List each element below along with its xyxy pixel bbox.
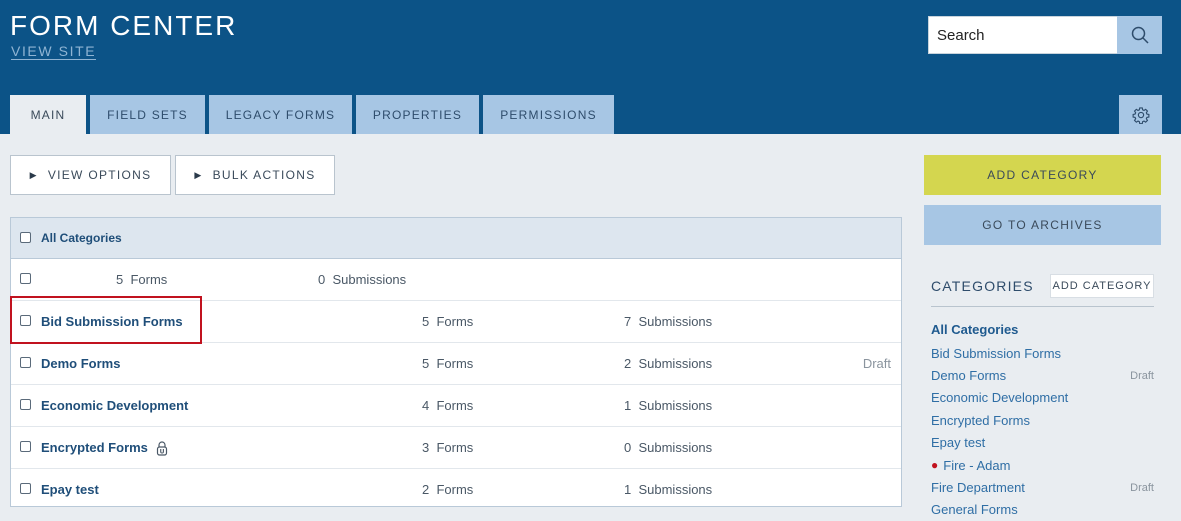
table-row: Encrypted Forms U 3 Forms 0 Submissions	[11, 427, 901, 469]
search-box	[928, 16, 1162, 54]
category-link[interactable]: Encrypted Forms U	[41, 440, 168, 456]
page-header: FORM CENTER VIEW SITE MAIN FIELD SETS LE…	[0, 0, 1181, 134]
row-checkbox[interactable]	[20, 441, 31, 452]
row-checkbox[interactable]	[20, 483, 31, 494]
search-input[interactable]	[928, 16, 1117, 54]
status-dot-icon: ●	[931, 458, 939, 473]
submissions-count: 1 Submissions	[624, 482, 713, 497]
all-categories-header: All Categories	[41, 231, 122, 245]
forms-count: 4 Forms	[422, 398, 474, 413]
tab-main[interactable]: MAIN	[10, 95, 86, 134]
categories-list: All Categories Bid Submission Forms Demo…	[931, 316, 1154, 521]
svg-text:U: U	[159, 449, 164, 456]
divider	[931, 306, 1154, 307]
tab-legacy-forms[interactable]: LEGACY FORMS	[209, 95, 352, 134]
categories-heading: CATEGORIES	[931, 278, 1034, 294]
table-row: 5 Forms 0 Submissions	[11, 259, 901, 301]
row-checkbox[interactable]	[20, 357, 31, 368]
table-row: Bid Submission Forms 5 Forms 7 Submissio…	[11, 301, 901, 343]
submissions-count: 0 Submissions	[318, 272, 407, 287]
category-link[interactable]: Bid Submission Forms	[41, 314, 183, 329]
view-site-link[interactable]: VIEW SITE	[11, 43, 97, 60]
table-row: Epay test 2 Forms 1 Submissions	[11, 469, 901, 506]
draft-badge: Draft	[1130, 369, 1154, 382]
sidebar-item-encrypted-forms[interactable]: Encrypted Forms	[931, 409, 1154, 431]
search-icon	[1131, 26, 1149, 44]
search-button[interactable]	[1117, 16, 1162, 54]
forms-count: 5 Forms	[422, 314, 474, 329]
add-category-button[interactable]: ADD CATEGORY	[924, 155, 1161, 195]
lock-icon: U	[156, 441, 168, 456]
tab-properties[interactable]: PROPERTIES	[356, 95, 479, 134]
bulk-actions-label: BULK ACTIONS	[212, 168, 316, 182]
forms-count: 3 Forms	[422, 440, 474, 455]
tab-permissions[interactable]: PERMISSIONS	[483, 95, 614, 134]
triangle-right-icon: ▶	[29, 169, 38, 180]
forms-count: 5 Forms	[422, 356, 474, 371]
category-link[interactable]: Economic Development	[41, 398, 188, 413]
gear-icon	[1132, 106, 1149, 124]
table-row: Demo Forms 5 Forms 2 Submissions Draft	[11, 343, 901, 385]
category-link[interactable]: Epay test	[41, 482, 99, 497]
status-badge: Draft	[862, 356, 891, 371]
row-checkbox[interactable]	[20, 399, 31, 410]
submissions-count: 2 Submissions	[624, 356, 713, 371]
table-header: All Categories	[11, 218, 901, 259]
sidebar-item-fire-department[interactable]: Fire Department Draft	[931, 476, 1154, 498]
view-options-label: VIEW OPTIONS	[47, 168, 152, 182]
bulk-actions-button[interactable]: ▶ BULK ACTIONS	[175, 155, 335, 195]
sidebar-item-all-categories[interactable]: All Categories	[931, 316, 1154, 342]
row-checkbox[interactable]	[20, 315, 31, 326]
sidebar-item-general-forms[interactable]: General Forms	[931, 499, 1154, 521]
sidebar-item-fire-adam[interactable]: ● Fire - Adam	[931, 454, 1154, 476]
main-tabs: MAIN FIELD SETS LEGACY FORMS PROPERTIES …	[10, 95, 618, 134]
forms-count: 5 Forms	[116, 272, 168, 287]
view-options-button[interactable]: ▶ VIEW OPTIONS	[10, 155, 171, 195]
page-title: FORM CENTER	[10, 10, 238, 41]
sidebar-item-demo-forms[interactable]: Demo Forms Draft	[931, 364, 1154, 386]
categories-table: All Categories 5 Forms 0 Submissions Bid…	[10, 217, 902, 507]
draft-badge: Draft	[1130, 481, 1154, 494]
row-checkbox[interactable]	[20, 273, 31, 284]
triangle-right-icon: ▶	[194, 169, 203, 180]
submissions-count: 0 Submissions	[624, 440, 713, 455]
sidebar-item-bid-submission-forms[interactable]: Bid Submission Forms	[931, 342, 1154, 364]
category-link[interactable]: Demo Forms	[41, 356, 120, 371]
sidebar-item-economic-development[interactable]: Economic Development	[931, 387, 1154, 409]
go-to-archives-button[interactable]: GO TO ARCHIVES	[924, 205, 1161, 245]
forms-count: 2 Forms	[422, 482, 474, 497]
submissions-count: 1 Submissions	[624, 398, 713, 413]
add-category-small-button[interactable]: ADD CATEGORY	[1050, 274, 1154, 298]
sidebar-item-epay-test[interactable]: Epay test	[931, 432, 1154, 454]
tab-field-sets[interactable]: FIELD SETS	[90, 95, 205, 134]
submissions-count: 7 Submissions	[624, 314, 713, 329]
select-all-checkbox[interactable]	[20, 232, 31, 243]
settings-button[interactable]	[1119, 95, 1162, 134]
table-row: Economic Development 4 Forms 1 Submissio…	[11, 385, 901, 427]
